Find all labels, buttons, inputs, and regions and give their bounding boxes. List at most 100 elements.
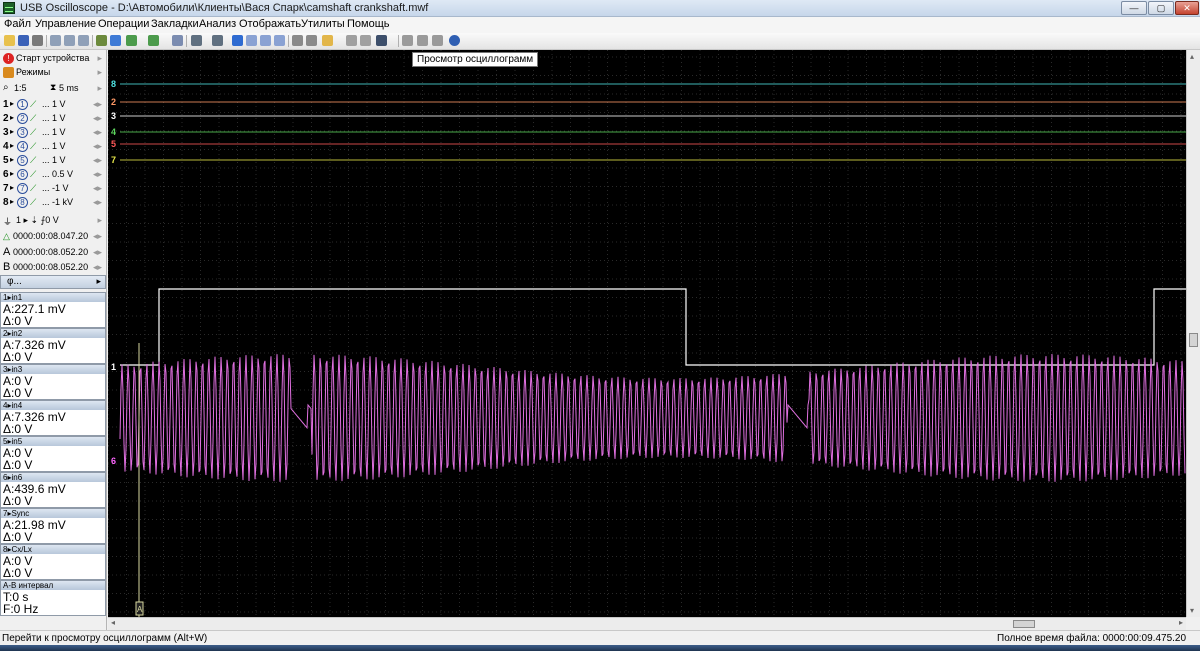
channel-marker[interactable]: 2 xyxy=(111,97,116,107)
step-icon[interactable] xyxy=(360,35,371,46)
channel-row[interactable]: 2 ▸ 2 ⟋ ... 1 V ◂▸ xyxy=(0,112,106,126)
cursor-a-label: A xyxy=(137,605,143,614)
cursor-a[interactable]: A xyxy=(135,343,144,617)
channel-marker[interactable]: 7 xyxy=(111,155,116,165)
start-device-item[interactable]: ! Старт устройства ▸ xyxy=(0,52,106,66)
channel-number: 3 xyxy=(3,127,9,138)
scroll-down-icon[interactable]: ▾ xyxy=(1190,606,1194,615)
scroll-right-icon[interactable]: ▸ xyxy=(1179,618,1183,627)
marker-icon[interactable] xyxy=(96,35,107,46)
check-none-icon[interactable] xyxy=(260,35,271,46)
close-button[interactable]: ✕ xyxy=(1175,1,1199,15)
maximize-button[interactable]: ▢ xyxy=(1148,1,1174,15)
channel-row[interactable]: 3 ▸ 3 ⟋ ... 1 V ◂▸ xyxy=(0,126,106,140)
channel-scale: ... 1 V xyxy=(42,127,66,137)
channel-row[interactable]: 7 ▸ 7 ⟋ ... -1 V ◂▸ xyxy=(0,182,106,196)
checkmark-icon[interactable] xyxy=(232,35,243,46)
menu-utilities[interactable]: Утилиты xyxy=(301,18,345,30)
modes-label: Режимы xyxy=(16,67,51,77)
measurement-header[interactable]: 4▸in4 xyxy=(1,401,105,410)
display-mode-icon[interactable] xyxy=(191,35,202,46)
timebase-value[interactable]: 5 ms xyxy=(59,83,79,93)
scroll-icon: ◂▸ xyxy=(92,262,102,272)
open-file-icon[interactable] xyxy=(4,35,15,46)
measurement-panel: 2▸in2 A:7.326 mV Δ:0 V xyxy=(0,328,106,364)
grid-icon[interactable] xyxy=(292,35,303,46)
bookmark-icon[interactable] xyxy=(322,35,333,46)
print-icon[interactable] xyxy=(32,35,43,46)
trigger-select-icon[interactable] xyxy=(148,35,159,46)
menu-control[interactable]: Управление xyxy=(35,18,96,30)
menu-operations[interactable]: Операции xyxy=(98,18,149,30)
minimize-button[interactable]: — xyxy=(1121,1,1147,15)
undo-icon[interactable] xyxy=(172,35,183,46)
horizontal-scroll-thumb[interactable] xyxy=(1013,620,1035,628)
arrow-right-icon: ▸ xyxy=(10,141,15,150)
window3-icon[interactable] xyxy=(432,35,443,46)
channel-row[interactable]: 5 ▸ 5 ⟋ ... 1 V ◂▸ xyxy=(0,154,106,168)
vertical-scrollbar[interactable]: ▴ ▾ xyxy=(1186,50,1200,617)
title-bar: USB Oscilloscope - D:\Автомобили\Клиенты… xyxy=(0,0,1200,17)
scroll-up-icon[interactable]: ▴ xyxy=(1190,52,1194,61)
taskbar xyxy=(0,645,1200,651)
window2-icon[interactable] xyxy=(417,35,428,46)
channel-row[interactable]: 6 ▸ 6 ⟋ ... 0.5 V ◂▸ xyxy=(0,168,106,182)
channel-select-icon[interactable] xyxy=(126,35,137,46)
scroll-icon: ◂▸ xyxy=(92,155,102,165)
scroll-icon: ◂▸ xyxy=(92,113,102,123)
channel-marker[interactable]: 6 xyxy=(111,456,116,466)
measurement-header[interactable]: 1▸in1 xyxy=(1,293,105,302)
help-icon[interactable] xyxy=(449,35,460,46)
modes-item[interactable]: Режимы ▸ xyxy=(0,66,106,80)
phi-button[interactable]: φ... ▸ xyxy=(0,275,106,289)
trigger-row[interactable]: ⏚ 1 ▸ ⇣ ⨍0 V ▸ xyxy=(0,214,106,228)
playback-icon[interactable] xyxy=(346,35,357,46)
check-all-icon[interactable] xyxy=(246,35,257,46)
channel-marker[interactable]: 8 xyxy=(111,79,116,89)
measurement-header[interactable]: 6▸in6 xyxy=(1,473,105,482)
channel-marker[interactable]: 4 xyxy=(111,127,116,137)
check-invert-icon[interactable] xyxy=(274,35,285,46)
horizontal-scrollbar[interactable]: ◂ ▸ xyxy=(108,617,1186,630)
filter-icon[interactable] xyxy=(212,35,223,46)
paste-icon[interactable] xyxy=(64,35,75,46)
measurement-header[interactable]: 2▸in2 xyxy=(1,329,105,338)
copy-icon[interactable] xyxy=(50,35,61,46)
measurement-header[interactable]: 5▸in5 xyxy=(1,437,105,446)
menu-help[interactable]: Помощь xyxy=(347,18,390,30)
channel-scale: ... 1 V xyxy=(42,99,66,109)
layout-icon[interactable] xyxy=(376,35,387,46)
channel-marker[interactable]: 5 xyxy=(111,139,116,149)
cursor-a-row[interactable]: A 0000:00:08.052.20 ◂▸ xyxy=(0,246,106,260)
menu-analysis[interactable]: Анализ xyxy=(199,18,236,30)
channel-row[interactable]: 4 ▸ 4 ⟋ ... 1 V ◂▸ xyxy=(0,140,106,154)
slope-icon: ⟋ xyxy=(30,127,37,137)
measurement-header[interactable]: 3▸in3 xyxy=(1,365,105,374)
channel-marker[interactable]: 3 xyxy=(111,111,116,121)
waveform-canvas: 8 2 3 4 5 7 1 6 A xyxy=(108,50,1186,617)
cursor-b-row[interactable]: B 0000:00:08.052.20 ◂▸ xyxy=(0,261,106,275)
image-icon[interactable] xyxy=(306,35,317,46)
view-waveform-icon[interactable] xyxy=(110,35,121,46)
channel-marker[interactable]: 1 xyxy=(111,362,116,372)
measurement-header[interactable]: A-B интервал xyxy=(1,581,105,590)
menu-bar: Файл Управление Операции Закладки Анализ… xyxy=(0,17,1200,33)
export-icon[interactable] xyxy=(78,35,89,46)
window-icon[interactable] xyxy=(402,35,413,46)
vertical-scroll-thumb[interactable] xyxy=(1189,333,1198,347)
menu-bookmarks[interactable]: Закладки xyxy=(151,18,199,30)
sidebar: ! Старт устройства ▸ Режимы ▸ ⌕ 1:5 ⧗ 5 … xyxy=(0,50,107,630)
save-icon[interactable] xyxy=(18,35,29,46)
channel-number: 6 xyxy=(3,169,9,180)
status-bar: Перейти к просмотру осциллограмм (Alt+W)… xyxy=(0,630,1200,645)
menu-file[interactable]: Файл xyxy=(4,18,31,30)
channel-row[interactable]: 8 ▸ 8 ⟋ ... -1 kV ◂▸ xyxy=(0,196,106,210)
scroll-left-icon[interactable]: ◂ xyxy=(111,618,115,627)
zoom-value[interactable]: 1:5 xyxy=(14,83,27,93)
measurement-header[interactable]: 8▸Cx/Lx xyxy=(1,545,105,554)
oscilloscope-display[interactable]: 8 2 3 4 5 7 1 6 A xyxy=(108,50,1186,617)
measurement-header[interactable]: 7▸Sync xyxy=(1,509,105,518)
menu-view[interactable]: Отображать xyxy=(239,18,301,30)
channel-row[interactable]: 1 ▸ 1 ⟋ ... 1 V ◂▸ xyxy=(0,98,106,112)
cursor-time-row[interactable]: △ 0000:00:08.047.20 ◂▸ xyxy=(0,230,106,244)
